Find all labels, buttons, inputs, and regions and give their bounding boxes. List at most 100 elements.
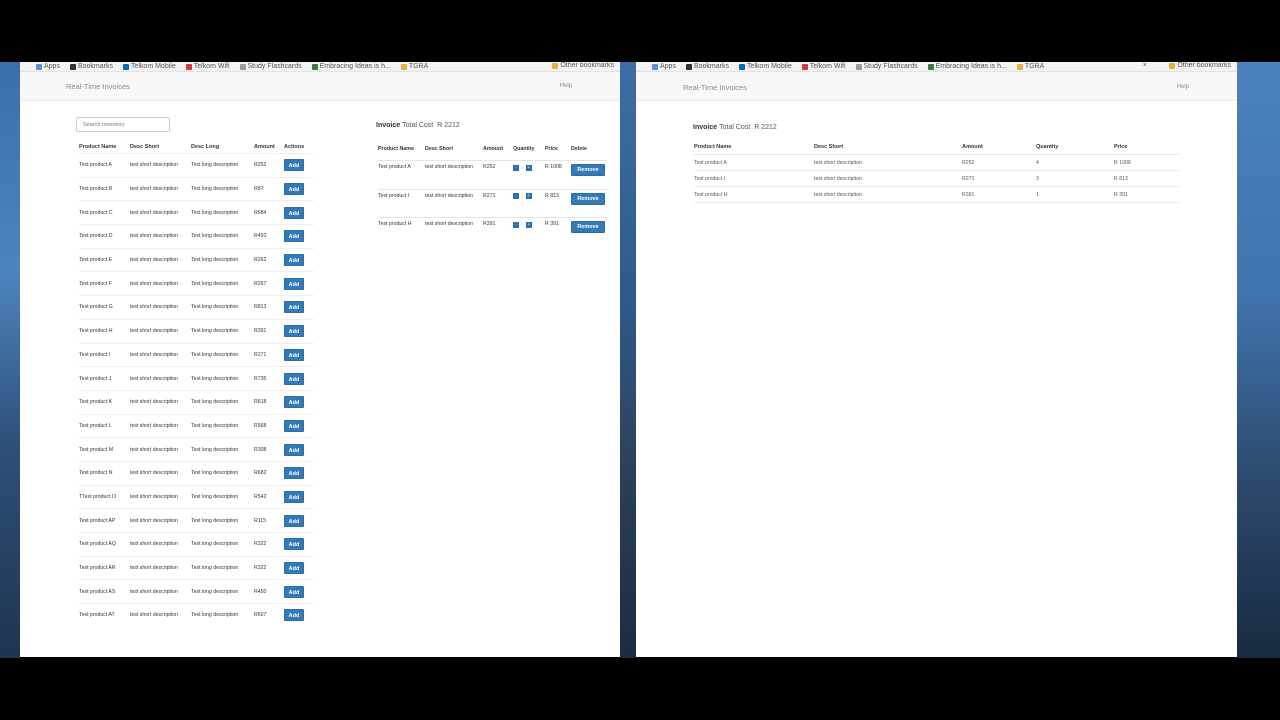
desc-long: Test long description: [191, 579, 254, 604]
add-button[interactable]: Add: [284, 183, 304, 196]
desc-short: test short description: [130, 460, 191, 486]
app-brand[interactable]: Real-Time Invoices: [683, 83, 747, 92]
bookmark-item[interactable]: TGRA: [1016, 63, 1044, 70]
bookmark-label: Apps: [44, 63, 60, 70]
bookmarks-bar: Apps Bookmarks Telkom Mobile Telkom Wifi Stu…: [20, 62, 620, 72]
product-name: Test product A: [694, 154, 814, 171]
bookmarks-bar: Apps Bookmarks Telkom Mobile Telkom Wifi Stu…: [636, 62, 1237, 72]
add-button[interactable]: Add: [284, 301, 304, 314]
actions-cell: Add: [284, 342, 314, 367]
amount: R252: [483, 160, 513, 189]
product-name: TTest product O: [79, 484, 130, 509]
decrease-quantity-button[interactable]: -: [513, 221, 519, 228]
add-button[interactable]: Add: [284, 254, 304, 267]
amount: R682: [254, 460, 284, 486]
search-input[interactable]: [76, 117, 170, 132]
quantity-cell: -3 +: [513, 188, 545, 218]
invoice-heading: Invoice Total Cost R 2212: [693, 124, 777, 131]
inventory-table: Product Name Desc Short Desc Long Amount…: [79, 140, 314, 627]
desc-long: Test long description: [191, 224, 254, 249]
help-link[interactable]: Help: [560, 83, 572, 89]
decrease-quantity-button[interactable]: -: [513, 164, 519, 171]
bookmark-item[interactable]: Embracing Ideas is h...: [311, 63, 391, 70]
actions-cell: Add: [284, 318, 314, 343]
bookmark-item[interactable]: Bookmarks: [69, 63, 113, 70]
desc-short: test short description: [130, 318, 191, 343]
bookmark-item[interactable]: TGRA: [400, 63, 428, 70]
desc-short: test short description: [814, 154, 962, 171]
bookmark-item[interactable]: Telkom Wifi: [185, 63, 230, 70]
increase-quantity-button[interactable]: +: [525, 164, 532, 171]
desc-long: Test long description: [191, 318, 254, 343]
remove-button[interactable]: Remove: [571, 192, 605, 205]
amount: R308: [254, 437, 284, 462]
bookmark-item[interactable]: Embracing Ideas is h...: [927, 63, 1007, 70]
bookmark-item[interactable]: Study Flashcards: [239, 63, 302, 70]
folder-icon: [552, 62, 559, 69]
increase-quantity-button[interactable]: +: [525, 221, 532, 228]
add-button[interactable]: Add: [284, 396, 304, 409]
desc-short: test short description: [425, 160, 483, 189]
actions-cell: Add: [284, 484, 314, 509]
desc-short: test short description: [814, 170, 962, 187]
desc-short: test short description: [130, 247, 191, 272]
table-row: Test product Ktest short description Test…: [79, 389, 314, 415]
add-button[interactable]: Add: [284, 585, 304, 598]
add-button[interactable]: Add: [284, 325, 304, 338]
add-button[interactable]: Add: [284, 348, 304, 361]
table-row: Test product Atest short description R252…: [694, 154, 1180, 171]
add-button[interactable]: Add: [284, 372, 304, 385]
add-button[interactable]: Add: [284, 490, 304, 503]
amount: R391: [254, 318, 284, 343]
add-button[interactable]: Add: [284, 419, 304, 432]
bookmark-item[interactable]: Study Flashcards: [855, 63, 918, 70]
desc-short: test short description: [814, 186, 962, 203]
total-cost-label: Total Cost: [719, 124, 751, 131]
bookmark-item[interactable]: Telkom Wifi: [801, 63, 846, 70]
amount: R493: [254, 224, 284, 249]
header-product-name: Product Name: [378, 145, 414, 152]
amount: R542: [254, 484, 284, 509]
desc-short: test short description: [130, 389, 191, 415]
actions-cell: Add: [284, 153, 314, 178]
remove-button[interactable]: Remove: [571, 164, 605, 176]
add-button[interactable]: Add: [284, 609, 304, 622]
bookmark-item[interactable]: Apps: [36, 63, 60, 70]
add-button[interactable]: Add: [284, 277, 304, 290]
star-icon: [685, 63, 692, 70]
add-button[interactable]: Add: [284, 443, 304, 456]
add-button[interactable]: Add: [284, 514, 304, 527]
actions-cell: Add: [284, 413, 314, 438]
add-button[interactable]: Add: [284, 467, 304, 480]
product-name: Test product N: [79, 460, 130, 486]
add-button[interactable]: Add: [284, 562, 304, 575]
product-name: Test product AS: [79, 579, 130, 604]
price: R 391: [1114, 186, 1180, 203]
bookmark-label: Embracing Ideas is h...: [319, 63, 391, 70]
other-bookmarks[interactable]: Other bookmarks: [552, 62, 614, 69]
add-button[interactable]: Add: [284, 206, 304, 219]
bookmark-item[interactable]: Apps: [652, 63, 676, 70]
desc-short: test short description: [130, 366, 191, 391]
amount: R391: [962, 186, 1036, 203]
help-link[interactable]: Help: [1177, 84, 1189, 90]
decrease-quantity-button[interactable]: -: [513, 193, 519, 199]
desc-short: test short description: [130, 271, 191, 296]
other-bookmarks[interactable]: Other bookmarks: [1169, 62, 1231, 69]
bookmark-item[interactable]: Bookmarks: [685, 63, 729, 70]
bookmark-item[interactable]: Telkom Mobile: [738, 63, 792, 70]
browser-window-viewer: Apps Bookmarks Telkom Mobile Telkom Wifi Stu…: [636, 62, 1237, 657]
telkom-wifi-icon: [801, 63, 808, 70]
remove-button[interactable]: Remove: [571, 221, 605, 233]
app-brand[interactable]: Real-Time Invoices: [66, 82, 130, 91]
close-icon[interactable]: ×: [1143, 62, 1147, 69]
add-button[interactable]: Add: [284, 538, 304, 551]
add-button[interactable]: Add: [284, 230, 304, 243]
add-button[interactable]: Add: [284, 159, 304, 172]
increase-quantity-button[interactable]: +: [525, 193, 532, 199]
product-name: Test product G: [79, 295, 130, 320]
header-product-name: Product Name: [79, 143, 117, 150]
bookmark-item[interactable]: Telkom Mobile: [122, 63, 176, 70]
link-icon: [927, 63, 934, 70]
actions-cell: Add: [284, 460, 314, 486]
